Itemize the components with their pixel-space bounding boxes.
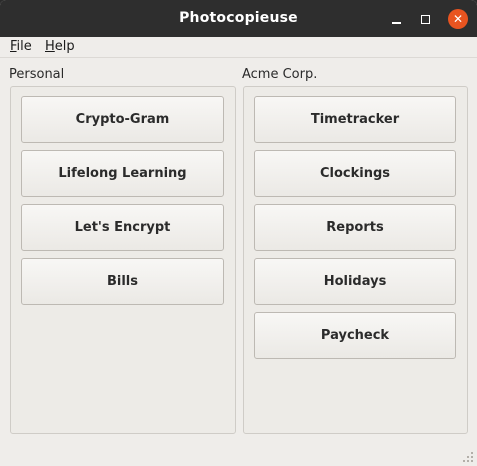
maximize-button[interactable] <box>415 9 435 29</box>
group-label-personal: Personal <box>9 67 65 82</box>
reports-button[interactable]: Reports <box>254 204 456 251</box>
crypto-gram-button[interactable]: Crypto-Gram <box>21 96 224 143</box>
main-window: Photocopieuse ✕ File Help Personal Acme … <box>0 0 477 466</box>
clockings-button[interactable]: Clockings <box>254 150 456 197</box>
title-bar[interactable]: Photocopieuse ✕ <box>0 0 477 37</box>
menu-help[interactable]: Help <box>45 39 75 54</box>
timetracker-button[interactable]: Timetracker <box>254 96 456 143</box>
minimize-button[interactable] <box>386 9 406 29</box>
maximize-icon <box>420 14 430 24</box>
menu-file-label: ile <box>16 39 32 54</box>
close-button[interactable]: ✕ <box>448 9 468 29</box>
bills-button[interactable]: Bills <box>21 258 224 305</box>
group-box-personal: Crypto-Gram Lifelong Learning Let's Encr… <box>10 86 236 434</box>
close-icon: ✕ <box>452 12 464 26</box>
lifelong-learning-button[interactable]: Lifelong Learning <box>21 150 224 197</box>
minimize-icon <box>391 21 401 24</box>
group-box-acme: Timetracker Clockings Reports Holidays P… <box>243 86 468 434</box>
menu-help-mnemonic: H <box>45 39 55 54</box>
menu-file[interactable]: File <box>10 39 32 54</box>
paycheck-button[interactable]: Paycheck <box>254 312 456 359</box>
menu-bar: File Help <box>0 37 477 58</box>
holidays-button[interactable]: Holidays <box>254 258 456 305</box>
menu-help-label: elp <box>54 39 75 54</box>
resize-grip-icon[interactable] <box>462 451 474 463</box>
lets-encrypt-button[interactable]: Let's Encrypt <box>21 204 224 251</box>
group-label-acme: Acme Corp. <box>242 67 318 82</box>
